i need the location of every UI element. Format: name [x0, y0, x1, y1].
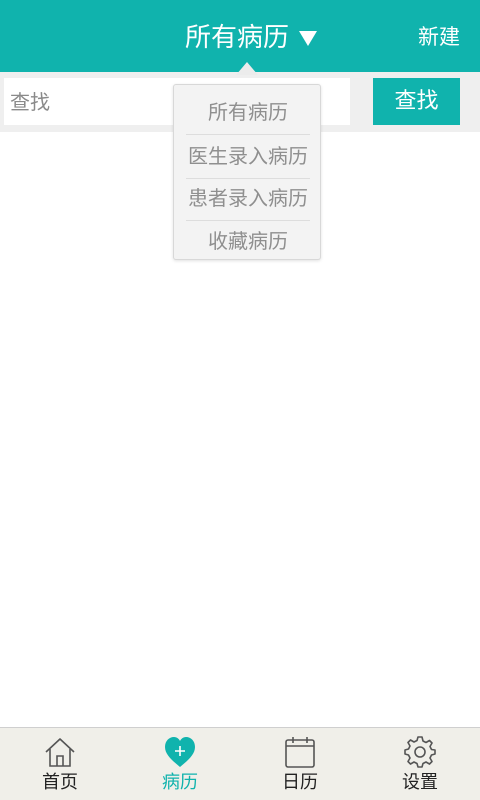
menu-item-all-records[interactable]: 所有病历	[186, 91, 310, 134]
nav-label-settings: 设置	[402, 772, 438, 793]
page-title: 所有病历	[185, 23, 290, 53]
new-record-button[interactable]: 新建	[418, 22, 460, 52]
nav-label-home: 首页	[42, 772, 78, 793]
nav-label-calendar: 日历	[282, 772, 318, 793]
record-filter-menu: 所有病历 医生录入病历 患者录入病历 收藏病历	[173, 84, 321, 260]
search-button[interactable]: 查找	[373, 78, 460, 125]
menu-item-patient-records[interactable]: 患者录入病历	[186, 177, 310, 220]
bottom-nav: 首页 病历 日历 设置	[0, 727, 480, 800]
app-screen: 所有病历 新建 查找 所有病历 医生录入病历 患者录入病历 收藏病历 首页	[0, 0, 480, 800]
triangle-down-icon	[299, 30, 318, 46]
nav-item-home[interactable]: 首页	[0, 728, 120, 800]
home-icon	[45, 738, 75, 767]
menu-item-doctor-records[interactable]: 医生录入病历	[186, 135, 310, 178]
dropdown-caret	[236, 62, 258, 75]
gear-icon	[404, 736, 436, 768]
nav-label-records: 病历	[162, 772, 198, 793]
record-filter-toggle[interactable]: 所有病历	[185, 20, 318, 56]
nav-item-records[interactable]: 病历	[120, 728, 240, 800]
calendar-icon	[285, 737, 315, 768]
nav-item-calendar[interactable]: 日历	[240, 728, 360, 800]
nav-item-settings[interactable]: 设置	[360, 728, 480, 800]
menu-item-favorite-records[interactable]: 收藏病历	[186, 220, 310, 263]
heart-plus-icon	[165, 737, 195, 767]
